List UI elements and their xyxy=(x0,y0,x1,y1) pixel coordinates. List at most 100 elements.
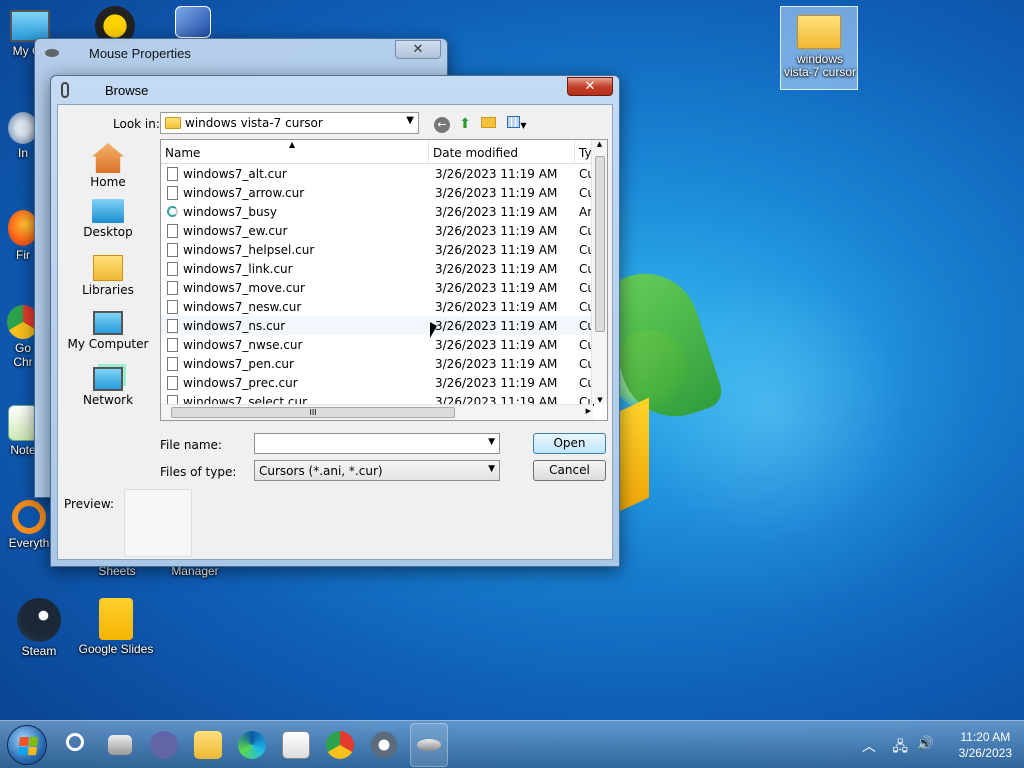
files-of-type-dropdown[interactable]: Cursors (*.ani, *.cur) ▼ xyxy=(254,460,500,481)
browse-dialog[interactable]: Browse ✕ Look in: windows vista-7 cursor… xyxy=(50,75,620,567)
file-name-cell: windows7_nwse.cur xyxy=(161,337,429,352)
desktop-icon-steam[interactable]: Steam xyxy=(2,598,76,658)
file-name-text: windows7_prec.cur xyxy=(183,375,298,390)
column-header-date[interactable]: Date modified xyxy=(429,140,575,163)
browse-client-area: Look in: windows vista-7 cursor ▼ ← ⬆ ▼ … xyxy=(57,104,613,560)
file-name-cell: windows7_link.cur xyxy=(161,261,429,276)
file-row[interactable]: windows7_helpsel.cur 3/26/2023 11:19 AM Cu xyxy=(161,240,607,259)
file-name-text: windows7_move.cur xyxy=(183,280,305,295)
preview-label: Preview: xyxy=(64,497,115,511)
mouse-icon xyxy=(417,739,441,751)
folder-icon xyxy=(165,117,181,129)
windows-logo-icon xyxy=(18,737,38,755)
file-name-text: windows7_link.cur xyxy=(183,261,293,276)
files-of-type-value: Cursors (*.ani, *.cur) xyxy=(259,464,383,478)
new-folder-button[interactable] xyxy=(479,115,497,133)
mouse-properties-titlebar[interactable]: Mouse Properties xyxy=(35,39,447,67)
horizontal-scrollbar[interactable]: III ▶ xyxy=(161,404,593,420)
file-row[interactable]: windows7_nwse.cur 3/26/2023 11:19 AM Cu xyxy=(161,335,607,354)
file-name-text: windows7_ns.cur xyxy=(183,318,286,333)
file-list[interactable]: Name ▲ Date modified Ty windows7_alt.cur… xyxy=(160,139,608,421)
file-name-input[interactable]: ▼ xyxy=(254,433,500,454)
file-row[interactable]: windows7_ns.cur 3/26/2023 11:19 AM Cu xyxy=(161,316,607,335)
place-label: Home xyxy=(90,175,126,189)
file-row[interactable]: windows7_nesw.cur 3/26/2023 11:19 AM Cu xyxy=(161,297,607,316)
file-row[interactable]: windows7_move.cur 3/26/2023 11:19 AM Cu xyxy=(161,278,607,297)
taskbar: ︿ 🖧 🔊 11:20 AM 3/26/2023 xyxy=(0,720,1024,768)
file-row[interactable]: windows7_prec.cur 3/26/2023 11:19 AM Cu xyxy=(161,373,607,392)
up-folder-button[interactable]: ⬆ xyxy=(456,115,474,133)
desktop-icon-google-slides[interactable]: Google Slides xyxy=(78,598,154,656)
place-home[interactable]: Home xyxy=(62,143,154,195)
chevron-down-icon: ▼ xyxy=(406,115,414,126)
show-hidden-icons-chevron-icon[interactable]: ︿ xyxy=(862,736,876,756)
file-list-header: Name ▲ Date modified Ty xyxy=(161,140,607,164)
browse-close-button[interactable]: ✕ xyxy=(567,77,613,96)
chrome-icon[interactable] xyxy=(326,731,354,759)
file-date-cell: 3/26/2023 11:19 AM xyxy=(435,299,558,314)
place-my-computer[interactable]: My Computer xyxy=(62,311,154,363)
column-date-label: Date modified xyxy=(433,146,519,160)
scroll-right-arrow-icon: ▶ xyxy=(585,407,591,415)
place-desktop[interactable]: Desktop xyxy=(62,199,154,251)
store-icon[interactable] xyxy=(282,731,310,759)
file-row[interactable]: windows7_ew.cur 3/26/2023 11:19 AM Cu xyxy=(161,221,607,240)
file-date-cell: 3/26/2023 11:19 AM xyxy=(435,242,558,257)
vertical-scroll-thumb[interactable] xyxy=(595,156,605,332)
file-name-cell: windows7_helpsel.cur xyxy=(161,242,429,257)
file-name-text: windows7_nwse.cur xyxy=(183,337,303,352)
open-button[interactable]: Open xyxy=(533,433,606,454)
settings-gear-icon[interactable] xyxy=(370,731,398,759)
network-tray-icon[interactable]: 🖧 xyxy=(892,736,908,760)
edge-icon[interactable] xyxy=(238,731,266,759)
scroll-down-arrow-icon: ▼ xyxy=(597,396,603,404)
taskbar-active-app[interactable] xyxy=(410,723,448,767)
slides-icon xyxy=(99,598,133,640)
file-row[interactable]: windows7_alt.cur 3/26/2023 11:19 AM Cu xyxy=(161,164,607,183)
file-date-cell: 3/26/2023 11:19 AM xyxy=(435,166,558,181)
vertical-scrollbar[interactable]: ▲ ▼ xyxy=(591,140,607,404)
file-row[interactable]: windows7_arrow.cur 3/26/2023 11:19 AM Cu xyxy=(161,183,607,202)
network-icon xyxy=(93,367,123,391)
mouse-properties-title: Mouse Properties xyxy=(89,45,191,61)
tray-clock[interactable]: 11:20 AM 3/26/2023 xyxy=(959,729,1012,761)
desktop-icon-tool[interactable] xyxy=(166,6,220,40)
place-label: Network xyxy=(82,393,134,407)
task-view-icon[interactable] xyxy=(108,735,132,755)
back-button[interactable]: ← xyxy=(433,115,451,133)
teams-icon[interactable] xyxy=(150,731,178,759)
file-date-cell: 3/26/2023 11:19 AM xyxy=(435,375,558,390)
cancel-button[interactable]: Cancel xyxy=(533,460,606,481)
mouse-properties-close-button[interactable]: ✕ xyxy=(395,40,441,59)
file-row[interactable]: windows7_busy 3/26/2023 11:19 AM Ar xyxy=(161,202,607,221)
column-header-name[interactable]: Name ▲ xyxy=(161,140,429,163)
file-icon xyxy=(167,185,178,200)
start-button[interactable] xyxy=(7,725,47,765)
column-type-label: Ty xyxy=(579,146,592,160)
column-name-label: Name xyxy=(165,146,201,160)
search-icon[interactable] xyxy=(64,731,92,759)
place-label: Libraries xyxy=(82,283,134,297)
file-name-cell: windows7_prec.cur xyxy=(161,375,429,390)
volume-icon[interactable]: 🔊 xyxy=(917,736,934,752)
desktop-icon-label: Google Slides xyxy=(78,642,154,656)
view-menu-button[interactable]: ▼ xyxy=(504,115,530,133)
place-libraries[interactable]: Libraries xyxy=(62,255,154,307)
file-name-cell: windows7_nesw.cur xyxy=(161,299,429,314)
file-name-text: windows7_alt.cur xyxy=(183,166,287,181)
desktop-icon xyxy=(92,199,124,223)
clock-time: 11:20 AM xyxy=(960,730,1011,744)
browse-titlebar[interactable]: Browse xyxy=(51,76,619,104)
file-date-cell: 3/26/2023 11:19 AM xyxy=(435,356,558,371)
look-in-dropdown[interactable]: windows vista-7 cursor ▼ xyxy=(160,112,419,134)
mouse-icon xyxy=(45,49,59,57)
wallpaper-yellow-shape xyxy=(617,397,649,513)
desktop-icon-cursor-folder[interactable]: windows vista-7 cursor xyxy=(780,6,858,90)
desktop-icon-label: Steam xyxy=(21,644,57,658)
file-explorer-icon[interactable] xyxy=(194,731,222,759)
preview-box xyxy=(124,489,192,557)
file-row[interactable]: windows7_link.cur 3/26/2023 11:19 AM Cu xyxy=(161,259,607,278)
place-network[interactable]: Network xyxy=(62,367,154,419)
horizontal-scroll-thumb[interactable]: III xyxy=(171,407,455,418)
file-row[interactable]: windows7_pen.cur 3/26/2023 11:19 AM Cu xyxy=(161,354,607,373)
